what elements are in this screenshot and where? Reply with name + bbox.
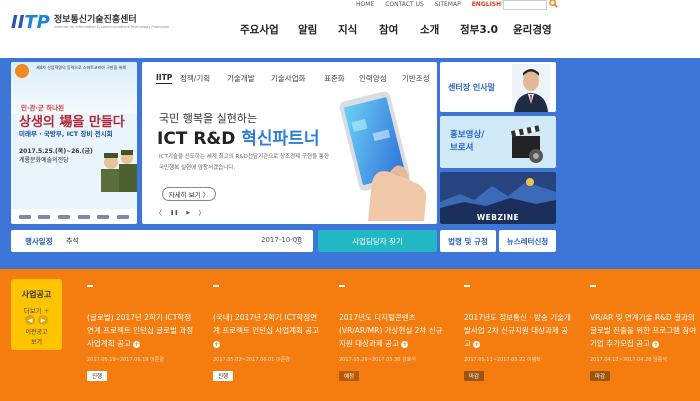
plus-icon: + [473, 340, 481, 348]
notice-title[interactable]: VR/AR 및 연계기술 R&D 결과의 글로벌 진출을 위한 프로그램 참여기… [590, 313, 696, 348]
previous-notices-link[interactable]: 이전공고 보기 [11, 328, 62, 348]
util-sitemap-link[interactable]: SITEMAP [435, 1, 461, 8]
soldiers-illustration [101, 150, 137, 192]
site-header: IITP 정보통신기술진흥센터 Institute for Informatio… [0, 0, 700, 58]
slide-description: ICT기술을 선도하는 세계 최고의 R&D전담기관으로 창조경제 구현을 통한… [159, 154, 330, 171]
newsletter-button[interactable]: 뉴스레터신청 [499, 230, 556, 252]
notice-item[interactable]: (글로벌) 2017년 2학기 ICT학점연계 프로젝트 인턴십 글로벌 과정 … [87, 285, 195, 382]
tab-talent[interactable]: 인력양성 [359, 73, 387, 84]
clapperboard-icon [510, 125, 543, 163]
event-schedule-bar: 행사일정 추석 2017-10-06 ︿ ﹀ [11, 230, 313, 252]
find-manager-button[interactable]: 사업담당자 찾기 [318, 230, 437, 252]
notice-title[interactable]: (글로벌) 2017년 2학기 ICT학점연계 프로젝트 인턴십 글로벌 과정 … [87, 313, 193, 348]
util-home-link[interactable]: HOME [356, 1, 374, 8]
chevron-left-icon[interactable]: ◀ [25, 315, 35, 325]
tab-policy[interactable]: 정책/기획 [180, 73, 210, 84]
play-icon[interactable]: ▶ [186, 210, 190, 216]
logo-mark: IITP [11, 12, 50, 33]
tab-commercialization[interactable]: 기술사업화 [271, 73, 306, 84]
notice-meta: 2017.04.12~2017.04.28 임종석 [590, 357, 667, 363]
status-badge: 마감 [464, 371, 485, 381]
sponsor-logos [11, 209, 137, 224]
notice-meta: 2017.05.11~2017.05.22 이병화 [464, 357, 541, 363]
banner-venue: 계룡문화예술의전당 [19, 157, 69, 164]
slider-controls: 〈 ❚❚ ▶ 〉 [155, 208, 213, 218]
business-notice-area: 사업공고 더보기 + ◀ ▶ 이전공고 보기 (글로벌) 2017년 2학기 IC… [0, 269, 700, 401]
status-badge: 진행 [87, 371, 108, 381]
event-title[interactable]: 추석 [66, 236, 79, 246]
nav-ethics[interactable]: 윤리경영 [513, 22, 552, 37]
search-input[interactable] [503, 0, 547, 10]
notice-meta: 2017.05.19~2017.06.19 이준경 [87, 357, 164, 363]
chevron-up-icon[interactable]: ︿ [295, 231, 302, 241]
hand-phone-illustration [339, 91, 427, 221]
webzine-label: WEBZINE [476, 213, 520, 222]
plus-icon: + [652, 340, 660, 348]
status-badge: 예정 [339, 371, 360, 381]
notice-item[interactable]: (국내) 2017년 2학기 ICT학점연계 프로젝트 인턴십 사업계획 공고 … [213, 285, 321, 382]
logo-name-en: Institute for Information & communicatio… [53, 25, 170, 29]
nav-notice[interactable]: 알림 [298, 22, 317, 37]
ceo-greeting-label: 센터장 인사말 [448, 83, 495, 92]
utility-links: HOME CONTACT US SITEMAP ENGLISH [356, 1, 512, 8]
notice-more-link[interactable]: 더보기 + [11, 305, 62, 315]
tab-standardization[interactable]: 표준화 [324, 73, 345, 84]
notice-meta: 2017.05.26~2017.05.30 강효석 [339, 357, 416, 363]
promo-video-label: 홍보영상/브로셔 [450, 130, 485, 153]
tab-tech-dev[interactable]: 기술개발 [227, 73, 255, 84]
notice-box: 사업공고 더보기 + ◀ ▶ 이전공고 보기 [11, 279, 62, 350]
webzine-tile[interactable]: WEBZINE [440, 172, 556, 224]
event-banner[interactable]: 제4차 산업혁명의 동력으로 스마트코리아 구현을 위해 민·관·군 하나된 상… [11, 62, 137, 224]
notice-item[interactable]: VR/AR 및 연계기술 R&D 결과의 글로벌 진출을 위한 프로그램 참여기… [590, 285, 698, 382]
util-english-link[interactable]: ENGLISH [472, 1, 501, 8]
laws-regulations-button[interactable]: 법령 및 규정 [440, 230, 496, 252]
notice-box-title: 사업공고 [21, 290, 52, 299]
status-badge: 진행 [213, 371, 234, 381]
chevron-right-icon[interactable]: ▶ [38, 315, 48, 325]
nav-main-business[interactable]: 주요사업 [240, 22, 279, 37]
main-slider-panel: IITP 정책/기획 기술개발 기술사업화 표준화 인력양성 기반조성 국민 행… [142, 62, 437, 224]
pause-icon[interactable]: ❚❚ [170, 210, 178, 216]
slide-headline: ICT R&D 혁신파트너 [157, 129, 320, 149]
logo-name-ko: 정보통신기술진흥센터 [53, 15, 137, 25]
tab-iitp[interactable]: IITP [156, 73, 173, 84]
event-schedule-label: 행사일정 [25, 237, 53, 246]
notice-item[interactable]: 2017년도 정보통신 · 방송 기술개발사업 2차 신규지원 대상과제 공고 … [464, 285, 572, 382]
plus-icon: + [133, 340, 141, 348]
notice-meta: 2017.05.02~2017.06.01 이준경 [213, 357, 290, 363]
util-contact-link[interactable]: CONTACT US [385, 1, 424, 8]
banner-small-text: 제4차 산업혁명의 동력으로 스마트코리아 구현을 위해 [36, 65, 126, 70]
search-icon[interactable] [549, 0, 558, 11]
notice-title[interactable]: 2017년도 디지털콘텐츠(VR/AR/MR) 가상현실 2차 신규지원 대상과… [339, 313, 443, 348]
ceo-photo [512, 64, 550, 112]
plus-icon: + [401, 340, 409, 348]
nav-gov30[interactable]: 정부3.0 [460, 22, 498, 37]
nav-knowledge[interactable]: 지식 [338, 22, 357, 37]
promo-video-tile[interactable]: 홍보영상/브로셔 [440, 116, 556, 168]
prev-slide-icon[interactable]: 〈 [155, 208, 162, 218]
tab-infrastructure[interactable]: 기반조성 [402, 73, 430, 84]
notice-title[interactable]: 2017년도 정보통신 · 방송 기술개발사업 2차 신규지원 대상과제 공고 [464, 313, 571, 348]
ceo-greeting-tile[interactable]: 센터장 인사말 [440, 62, 556, 112]
badge-icon [15, 64, 29, 78]
view-more-button[interactable]: 자세히 보기 〉 [162, 187, 216, 201]
site-logo[interactable]: IITP 정보통신기술진흥센터 Institute for Informatio… [11, 12, 169, 33]
next-slide-icon[interactable]: 〉 [198, 208, 205, 218]
webzine-illustration [440, 172, 556, 214]
notice-title[interactable]: (국내) 2017년 2학기 ICT학점연계 프로젝트 인턴십 사업계획 공고 [213, 313, 319, 335]
plus-icon: + [213, 340, 220, 348]
main-visual-area: 제4차 산업혁명의 동력으로 스마트코리아 구현을 위해 민·관·군 하나된 상… [0, 58, 700, 269]
nav-about[interactable]: 소개 [420, 22, 439, 37]
chevron-down-icon[interactable]: ﹀ [295, 241, 302, 251]
notice-item[interactable]: 2017년도 디지털콘텐츠(VR/AR/MR) 가상현실 2차 신규지원 대상과… [339, 285, 447, 382]
nav-participation[interactable]: 참여 [379, 22, 398, 37]
status-badge: 마감 [590, 371, 611, 381]
